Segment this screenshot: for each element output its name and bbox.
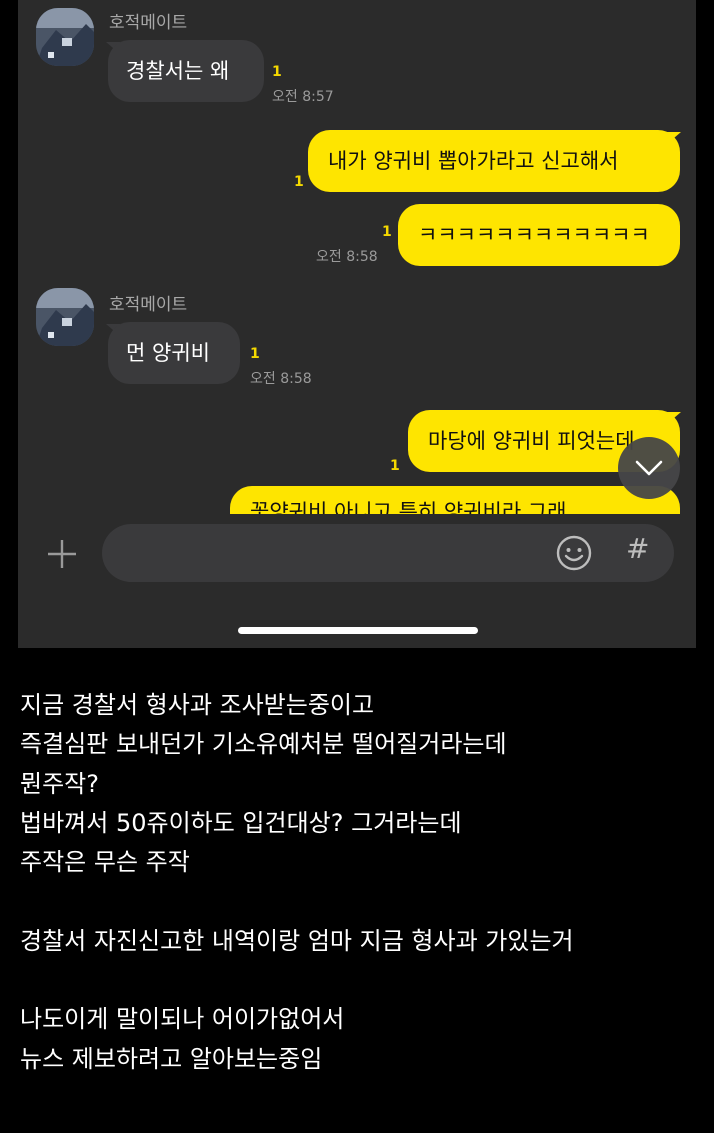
emoji-icon[interactable] [555, 534, 593, 572]
sender-name: 호적메이트 [109, 13, 188, 33]
message-input[interactable]: # [102, 524, 674, 582]
input-bar: # [18, 514, 696, 594]
scroll-to-bottom-button[interactable] [618, 437, 680, 499]
message-bubble-outgoing[interactable]: 내가 양귀비 뽑아가라고 신고해서 [308, 130, 680, 192]
hashtag-button[interactable]: # [626, 532, 649, 565]
message-time: 오전 8:57 [272, 89, 334, 105]
post-line: 경찰서 자진신고한 내역이랑 엄마 지금 형사과 가있는거 [20, 926, 574, 955]
post-line: 지금 경찰서 형사과 조사받는중이고 [20, 691, 375, 719]
unread-count: 1 [382, 224, 392, 240]
profile-photo [36, 8, 94, 66]
post-line [20, 882, 700, 921]
post-line: 즉결심판 보내던가 기소유예처분 떨어질거라는데 [20, 730, 507, 759]
post-line: 나도이게 말이되나 어이가없어서 [20, 1005, 345, 1034]
message-bubble-outgoing[interactable]: ㅋㅋㅋㅋㅋㅋㅋㅋㅋㅋㅋㅋ [398, 204, 680, 266]
post-body: 지금 경찰서 형사과 조사받는중이고 즉결심판 보내던가 기소유예처분 떨어질거… [20, 686, 700, 1079]
message-text: 먼 양귀비 [126, 340, 210, 365]
unread-count: 1 [390, 458, 400, 474]
chat-screen: 호적메이트 경찰서는 왜 1 오전 8:57 내가 양귀비 뽑아가라고 신고해서… [18, 0, 696, 648]
post-line: 법바껴서 50쥬이하도 입건대상? 그거라는데 [20, 808, 462, 837]
message-time: 오전 8:58 [250, 371, 312, 387]
message-time: 오전 8:58 [316, 249, 378, 265]
plus-icon[interactable] [44, 536, 80, 572]
profile-photo [36, 288, 94, 346]
message-bubble-incoming[interactable]: 먼 양귀비 [108, 322, 240, 384]
post-line: 뭔주작? [20, 769, 99, 798]
avatar[interactable] [36, 8, 94, 66]
avatar[interactable] [36, 288, 94, 346]
unread-count: 1 [294, 174, 304, 190]
message-text: 경찰서는 왜 [126, 58, 230, 83]
message-bubble-incoming[interactable]: 경찰서는 왜 [108, 40, 264, 102]
post-line: 주작은 무슨 주작 [20, 848, 190, 877]
message-text: 마당에 양귀비 피엇는데 [428, 428, 635, 453]
home-indicator[interactable] [238, 627, 478, 634]
message-text: ㅋㅋㅋㅋㅋㅋㅋㅋㅋㅋㅋㅋ [418, 222, 650, 247]
chevron-down-icon [635, 460, 663, 476]
sender-name: 호적메이트 [109, 295, 188, 315]
unread-count: 1 [272, 64, 282, 80]
unread-count: 1 [250, 346, 260, 362]
post-line: 뉴스 제보하려고 알아보는중임 [20, 1044, 323, 1073]
post-line [20, 961, 700, 1000]
message-text: 내가 양귀비 뽑아가라고 신고해서 [328, 148, 619, 173]
